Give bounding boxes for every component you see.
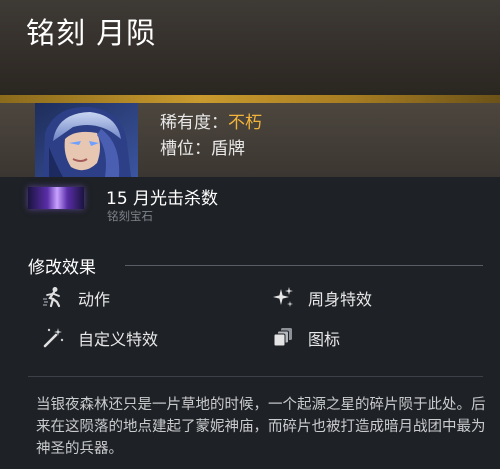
rarity-label: 稀有度：: [160, 113, 228, 133]
hero-portrait: [35, 103, 138, 177]
description-divider: [28, 376, 483, 377]
section-divider: [125, 265, 483, 266]
slot-value: 盾牌: [211, 139, 245, 159]
item-header: 铭刻 月陨: [0, 0, 500, 95]
gem-name: 15 月光击杀数: [106, 189, 219, 209]
slot-row: 槽位：盾牌: [160, 136, 262, 162]
effect-label: 动作: [78, 290, 111, 309]
gem-swatch: [28, 187, 84, 209]
running-figure-icon: [42, 286, 64, 308]
slot-label: 槽位：: [160, 139, 211, 159]
item-description: 当银夜森林还只是一片草地的时候，一个起源之星的碎片陨于此处。后来在这陨落的地点建…: [36, 397, 486, 457]
item-title: 铭刻 月陨: [26, 16, 157, 50]
stacked-cards-icon: [272, 326, 294, 348]
rarity-color-bar: [0, 95, 500, 103]
magic-wand-icon: [42, 326, 64, 348]
effect-label: 周身特效: [308, 290, 373, 309]
effect-label: 图标: [308, 330, 341, 349]
sparkles-icon: [272, 286, 294, 308]
hero-portrait-image: [35, 103, 138, 177]
item-meta: 稀有度：不朽 槽位：盾牌: [160, 110, 262, 162]
gem-subtitle: 铭刻宝石: [107, 209, 153, 223]
section-title-effects: 修改效果: [28, 258, 96, 278]
rarity-value: 不朽: [228, 113, 262, 133]
rarity-row: 稀有度：不朽: [160, 110, 262, 136]
effect-label: 自定义特效: [78, 330, 159, 349]
